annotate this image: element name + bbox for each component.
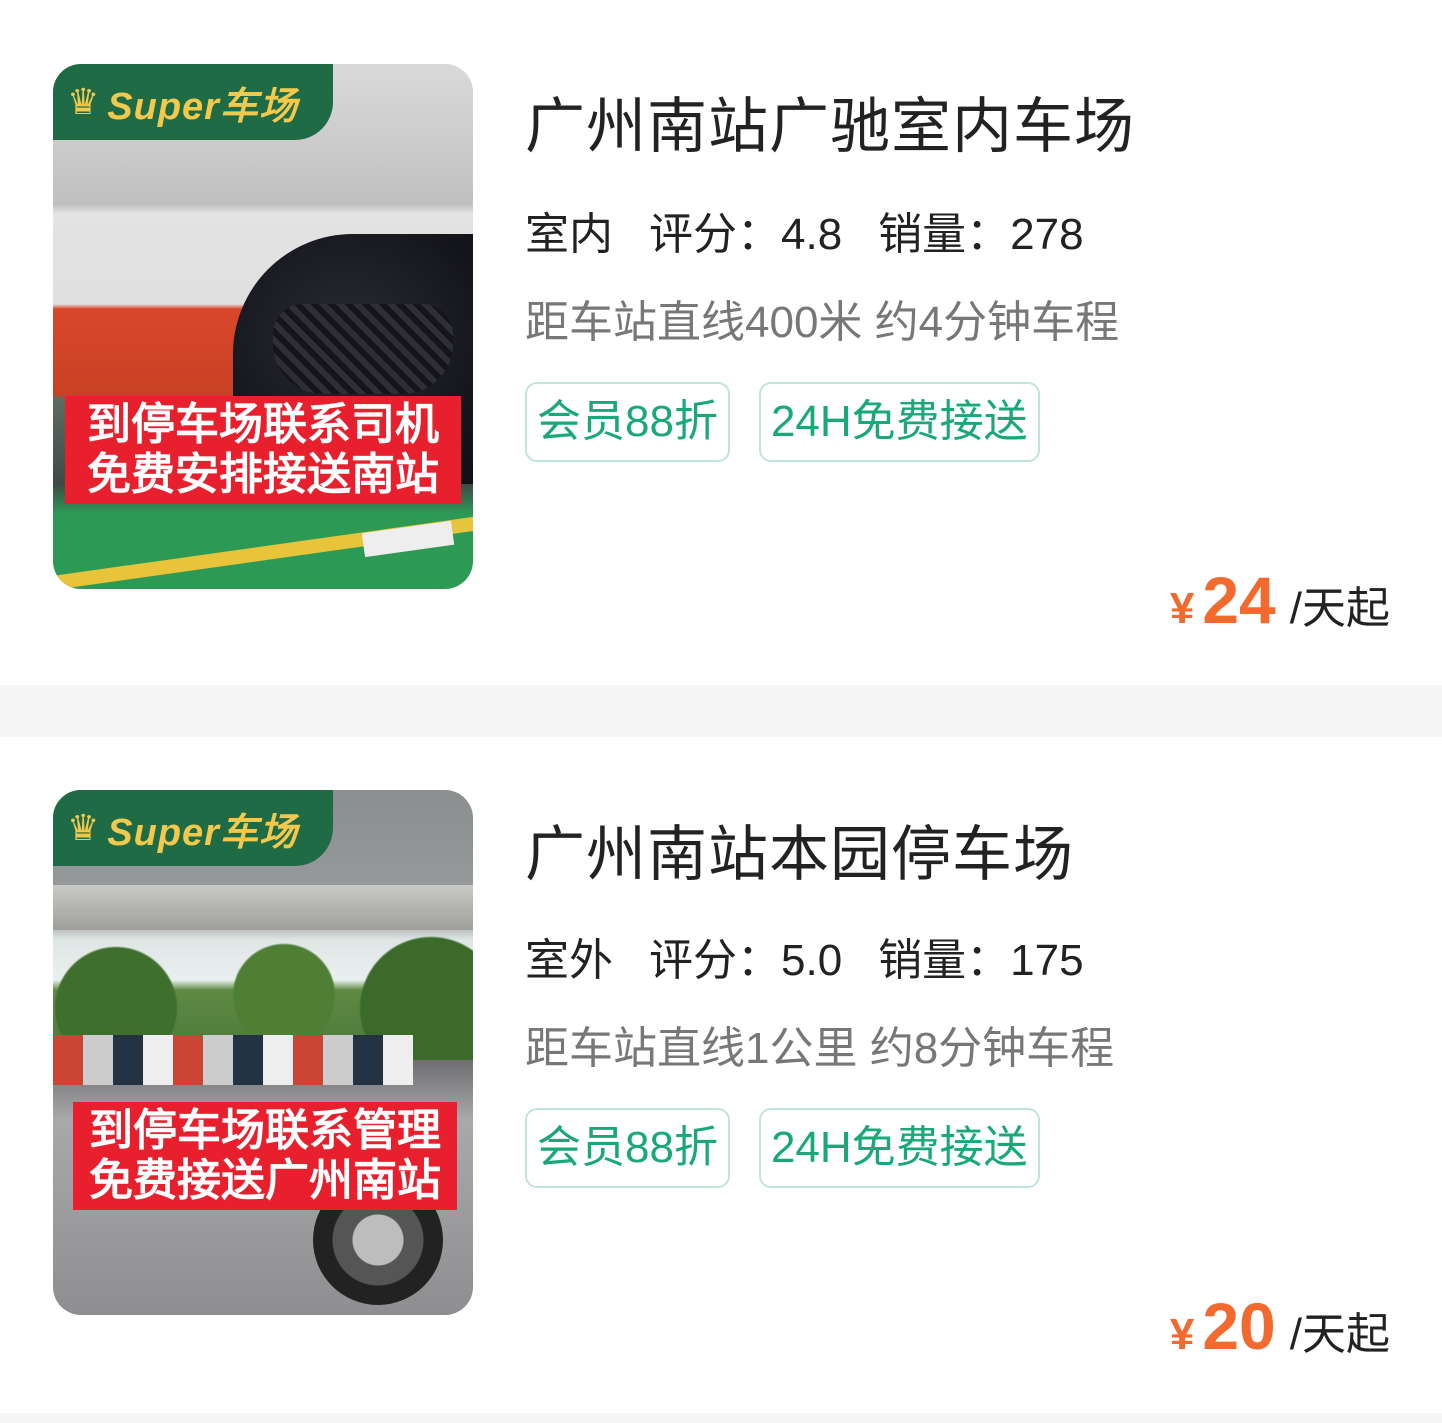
price: ¥ 20 /天起 (1170, 1288, 1390, 1364)
parking-lot-thumbnail[interactable]: ♛ Super车场 到停车场联系管理 免费接送广州南站 (53, 790, 473, 1315)
promo-banner: 到停车场联系司机 免费安排接送南站 (65, 396, 461, 504)
crown-icon: ♛ (67, 81, 100, 122)
sales-count: 销量：278 (878, 210, 1084, 259)
parking-lot-meta: 室外 评分：5.0 销量：175 (525, 924, 1120, 994)
rating-text: 评分：4.8 (649, 210, 843, 259)
price-unit: /天起 (1289, 1310, 1390, 1359)
promo-banner-line: 到停车场联系司机 (87, 400, 439, 449)
super-parking-badge: ♛ Super车场 (53, 790, 333, 866)
parking-lot-title[interactable]: 广州南站广驰室内车场 (525, 78, 1135, 165)
parking-lot-list: ♛ Super车场 到停车场联系司机 免费安排接送南站 广州南站广驰室内车场 室… (0, 0, 1442, 1423)
parking-lot-meta: 室内 评分：4.8 销量：278 (525, 198, 1120, 268)
sales-count: 销量：175 (878, 936, 1084, 985)
rating-text: 评分：5.0 (649, 936, 843, 985)
indoor-garage-photo (53, 64, 473, 589)
parking-lot-card[interactable]: ♛ Super车场 到停车场联系管理 免费接送广州南站 广州南站本园停车场 室外… (0, 737, 1442, 1413)
price: ¥ 24 /天起 (1170, 562, 1390, 638)
parking-lot-title[interactable]: 广州南站本园停车场 (525, 806, 1074, 893)
super-parking-badge: ♛ Super车场 (53, 64, 333, 140)
lot-type-label: 室外 (525, 924, 613, 994)
promo-banner-line: 免费安排接送南站 (87, 450, 439, 499)
member-discount-tag: 会员88折 (525, 382, 730, 462)
promo-banner-line: 免费接送广州南站 (89, 1156, 441, 1205)
currency-symbol: ¥ (1169, 584, 1195, 633)
distance-text: 距车站直线400米 约4分钟车程 (525, 298, 1120, 347)
price-amount: 20 (1202, 1289, 1276, 1363)
lot-type-label: 室内 (525, 198, 613, 268)
price-amount: 24 (1202, 563, 1276, 637)
parking-lot-thumbnail[interactable]: ♛ Super车场 到停车场联系司机 免费安排接送南站 (53, 64, 473, 589)
parking-lot-card[interactable]: ♛ Super车场 到停车场联系司机 免费安排接送南站 广州南站广驰室内车场 室… (0, 0, 1442, 685)
distance-text: 距车站直线1公里 约8分钟车程 (525, 1024, 1115, 1073)
promo-banner-line: 到停车场联系管理 (89, 1106, 441, 1155)
free-shuttle-tag: 24H免费接送 (758, 1108, 1040, 1188)
tag-list: 会员88折 24H免费接送 (525, 1108, 1040, 1188)
outdoor-lot-photo (53, 790, 473, 1315)
member-discount-tag: 会员88折 (525, 1108, 730, 1188)
super-badge-label: Super车场 (107, 85, 298, 128)
promo-banner: 到停车场联系管理 免费接送广州南站 (73, 1102, 457, 1210)
price-unit: /天起 (1289, 584, 1390, 633)
free-shuttle-tag: 24H免费接送 (758, 382, 1040, 462)
tag-list: 会员88折 24H免费接送 (525, 382, 1040, 462)
currency-symbol: ¥ (1169, 1310, 1195, 1359)
super-badge-label: Super车场 (107, 811, 298, 854)
crown-icon: ♛ (67, 807, 100, 848)
